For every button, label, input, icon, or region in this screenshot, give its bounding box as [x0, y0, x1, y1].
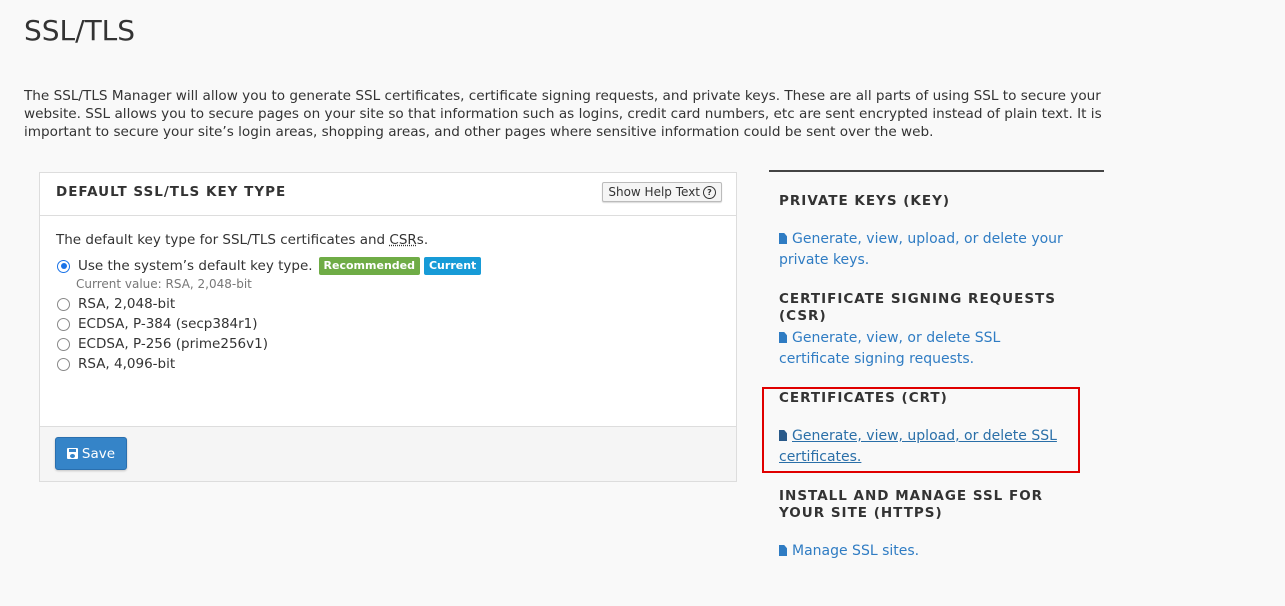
- save-button-label: Save: [81, 445, 116, 462]
- certificates-link[interactable]: Generate, view, upload, or delete SSL ce…: [779, 426, 1069, 468]
- option-label: Use the system’s default key type.: [78, 258, 313, 274]
- show-help-text-button[interactable]: Show Help Text ?: [602, 182, 722, 202]
- radio-rsa-2048[interactable]: [57, 297, 70, 311]
- file-icon: [779, 430, 787, 441]
- radio-ecdsa-p384[interactable]: [57, 317, 70, 331]
- option-label: ECDSA, P-256 (prime256v1): [78, 336, 268, 352]
- intro-text: The SSL/TLS Manager will allow you to ge…: [24, 88, 1102, 140]
- option-rsa-4096[interactable]: RSA, 4,096-bit: [56, 354, 720, 374]
- csr-heading: CERTIFICATE SIGNING REQUESTS (CSR): [779, 291, 1056, 324]
- private-keys-heading: PRIVATE KEYS (KEY): [779, 193, 951, 209]
- current-badge: Current: [423, 257, 482, 275]
- radio-rsa-4096[interactable]: [57, 357, 70, 371]
- csr-link-text[interactable]: Generate, view, or delete SSL certificat…: [779, 330, 1000, 367]
- certificates-heading: CERTIFICATES (CRT): [779, 390, 948, 406]
- csr-link[interactable]: Generate, view, or delete SSL certificat…: [779, 328, 1069, 370]
- file-icon: [779, 233, 787, 244]
- private-keys-link-text[interactable]: Generate, view, upload, or delete your p…: [779, 231, 1063, 268]
- panel-body: The default key type for SSL/TLS certifi…: [40, 216, 736, 428]
- file-icon: [779, 545, 787, 556]
- option-rsa-2048[interactable]: RSA, 2,048-bit: [56, 294, 720, 314]
- panel-title: DEFAULT SSL/TLS KEY TYPE: [56, 184, 287, 200]
- description-text: The default key type for SSL/TLS certifi…: [56, 232, 390, 248]
- panel-footer: Save: [40, 426, 736, 481]
- option-system-default[interactable]: Use the system’s default key type. Recom…: [56, 256, 720, 276]
- option-ecdsa-p384[interactable]: ECDSA, P-384 (secp384r1): [56, 314, 720, 334]
- help-button-label: Show Help Text: [608, 185, 700, 199]
- floppy-disk-icon: [66, 448, 78, 459]
- option-label: ECDSA, P-384 (secp384r1): [78, 316, 258, 332]
- private-keys-link[interactable]: Generate, view, upload, or delete your p…: [779, 229, 1099, 271]
- description-suffix: s.: [416, 232, 429, 248]
- radio-system-default[interactable]: [57, 259, 70, 273]
- panel-heading: DEFAULT SSL/TLS KEY TYPE Show Help Text …: [40, 173, 736, 216]
- file-icon: [779, 332, 787, 343]
- option-label: RSA, 2,048-bit: [78, 296, 176, 312]
- option-ecdsa-p256[interactable]: ECDSA, P-256 (prime256v1): [56, 334, 720, 354]
- page-title: SSL/TLS: [24, 14, 136, 47]
- certificates-link-text[interactable]: Generate, view, upload, or delete SSL ce…: [779, 428, 1057, 465]
- save-button[interactable]: Save: [55, 437, 127, 470]
- current-value-text: Current value: RSA, 2,048-bit: [76, 277, 252, 291]
- radio-ecdsa-p256[interactable]: [57, 337, 70, 351]
- key-type-description: The default key type for SSL/TLS certifi…: [56, 232, 720, 248]
- sidebar-divider: [769, 170, 1104, 172]
- option-label: RSA, 4,096-bit: [78, 356, 176, 372]
- csr-abbr: CSR: [389, 232, 417, 248]
- manage-ssl-link[interactable]: Manage SSL sites.: [779, 541, 1099, 562]
- manage-ssl-heading: INSTALL AND MANAGE SSL FOR YOUR SITE (HT…: [779, 488, 1044, 521]
- question-circle-icon: ?: [703, 185, 716, 199]
- key-type-panel: DEFAULT SSL/TLS KEY TYPE Show Help Text …: [39, 172, 737, 482]
- manage-ssl-link-text[interactable]: Manage SSL sites.: [792, 543, 919, 559]
- recommended-badge: Recommended: [318, 257, 420, 275]
